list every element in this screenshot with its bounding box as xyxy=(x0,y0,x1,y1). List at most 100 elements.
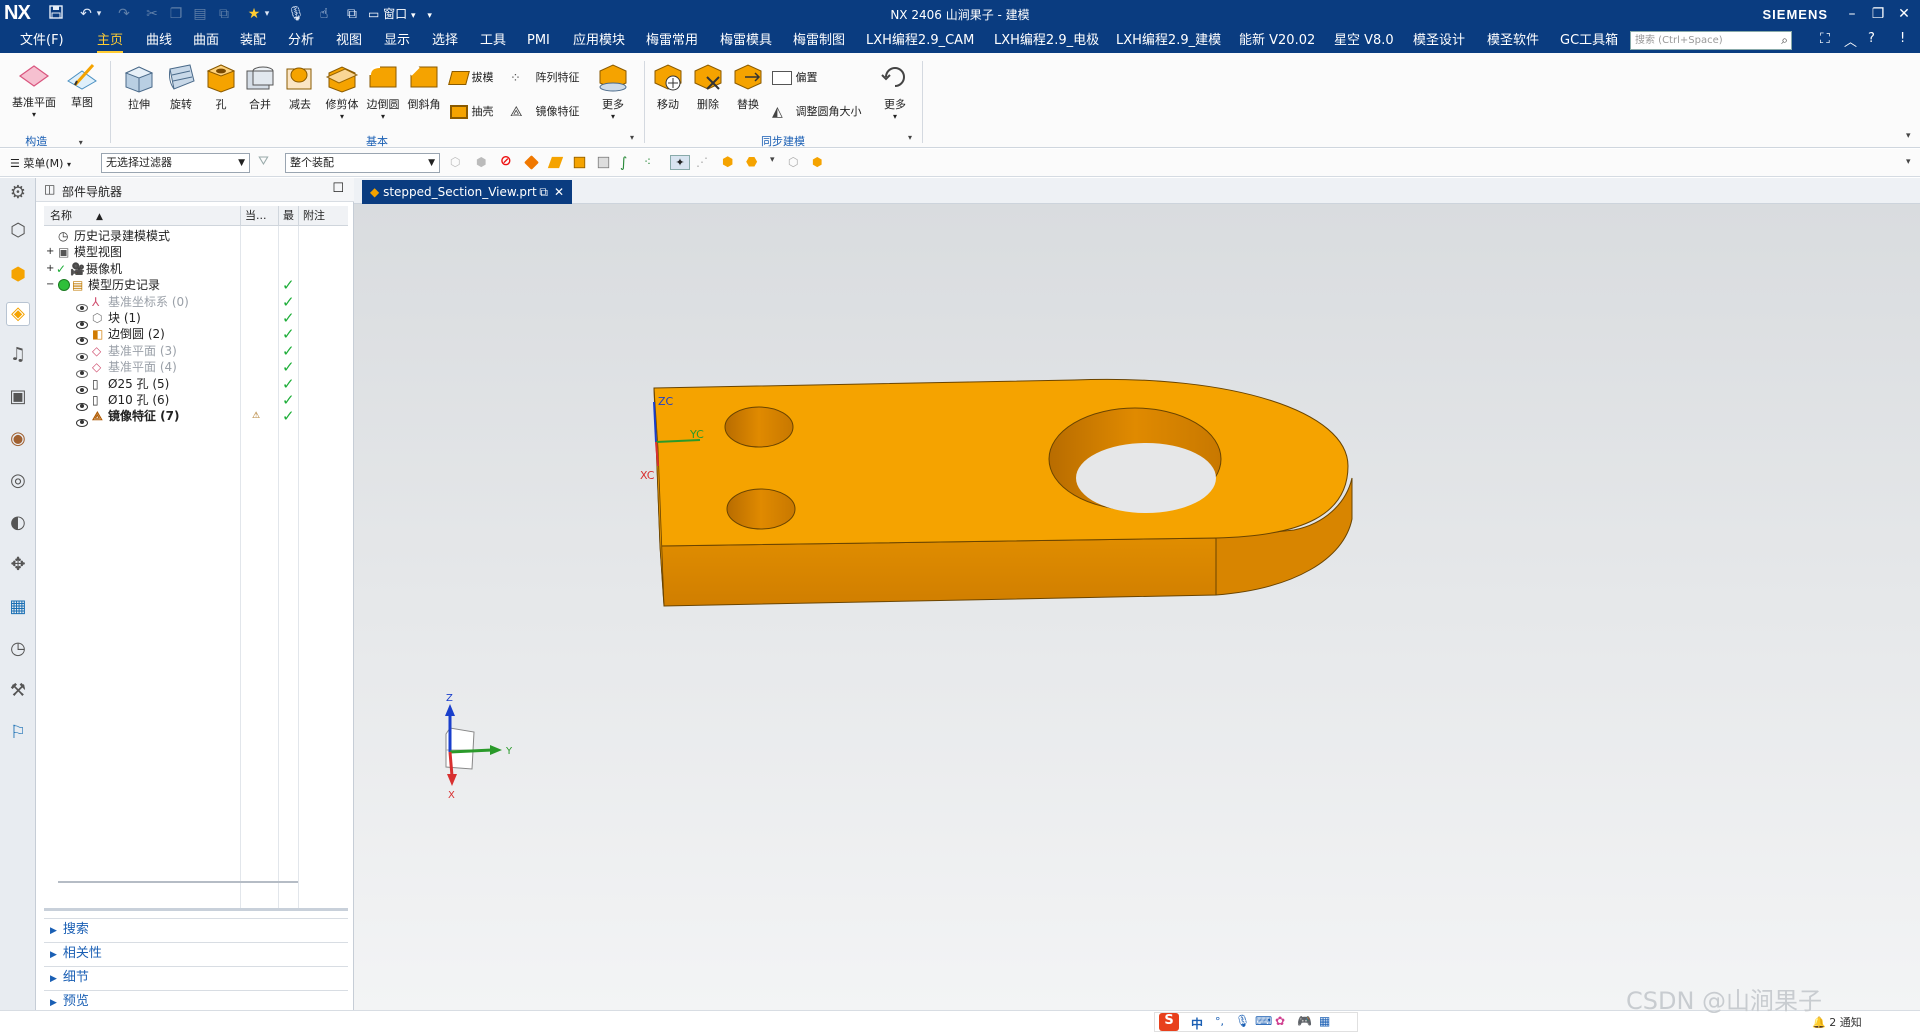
reset-filter-icon[interactable]: ⛛ xyxy=(258,154,269,169)
tab-tools[interactable]: 工具 xyxy=(480,28,506,53)
pattern-feature-button[interactable]: ⁘ 阵列特征 xyxy=(510,69,580,86)
tab-applications[interactable]: 应用模块 xyxy=(573,28,625,53)
deselect-all-icon[interactable]: ⊘ xyxy=(500,153,515,169)
tab-xingkong[interactable]: 星空 V8.0 xyxy=(1334,28,1394,53)
horizontal-scrollbar[interactable] xyxy=(58,881,298,883)
command-search-input[interactable]: 搜索 (Ctrl+Space) ⌕ xyxy=(1630,31,1792,50)
tab-gc-toolbox[interactable]: GC工具箱 xyxy=(1560,28,1618,53)
tab-lxh-modeling[interactable]: LXH编程2.9_建模 xyxy=(1116,28,1221,53)
tab-assembly[interactable]: 装配 xyxy=(240,28,266,53)
tab-display[interactable]: 显示 xyxy=(384,28,410,53)
part-navigator-icon[interactable]: ◈ xyxy=(6,302,30,326)
tree-node[interactable]: ⟁ 镜像特征 (7) ⚠ ✓ xyxy=(44,406,348,427)
reuse-library-icon[interactable]: ▣ xyxy=(6,386,30,410)
tab-meilei-mold[interactable]: 梅雷模具 xyxy=(720,28,772,53)
graphics-window[interactable]: ZC YC XC Z Y X xyxy=(354,204,1920,1010)
section-dependencies[interactable]: ▶ 相关性 xyxy=(44,942,348,964)
subtract-button[interactable]: 减去 xyxy=(280,61,320,112)
ime-game-icon[interactable]: 🎮 xyxy=(1297,1014,1312,1028)
ime-punctuation-icon[interactable]: °, xyxy=(1215,1015,1224,1028)
fullscreen-icon[interactable]: ⛶ xyxy=(1820,31,1830,47)
select-component-icon[interactable]: ⬣ xyxy=(746,155,761,170)
sketch-button[interactable]: 草图 xyxy=(62,61,102,110)
tab-nengxin[interactable]: 能新 V20.02 xyxy=(1239,28,1315,53)
ime-language-indicator[interactable]: 中 xyxy=(1191,1015,1203,1032)
offset-region-button[interactable]: 偏置 xyxy=(772,69,818,85)
snap-point-toggle[interactable]: ✦ xyxy=(670,155,690,170)
roles-icon[interactable]: ▦ xyxy=(6,596,30,620)
component-dropdown-icon[interactable]: ▾ xyxy=(770,155,785,170)
basic-group-expand-icon[interactable]: ▾ xyxy=(630,133,634,142)
hd3d-tools-icon[interactable]: ◉ xyxy=(6,428,30,452)
column-header-latest[interactable]: 最 xyxy=(278,206,298,226)
section-preview[interactable]: ▶ 预览 xyxy=(44,990,348,1012)
ime-skin-icon[interactable]: ✿ xyxy=(1275,1014,1285,1028)
ime-toolbox-icon[interactable]: ▦ xyxy=(1319,1014,1330,1028)
float-tab-icon[interactable]: ⧉ xyxy=(539,180,548,204)
column-header-name[interactable]: 名称 ▲ xyxy=(44,206,240,226)
trim-body-button[interactable]: 修剪体 ▾ xyxy=(320,61,364,121)
note-icon[interactable]: ⚠ xyxy=(252,406,260,426)
column-header-current[interactable]: 当... xyxy=(240,206,278,226)
tab-view[interactable]: 视图 xyxy=(336,28,362,53)
view-triad[interactable]: Z Y X xyxy=(445,693,513,801)
extrude-button[interactable]: 拉伸 xyxy=(118,61,160,112)
select-body-icon[interactable] xyxy=(524,155,539,170)
tab-surface[interactable]: 曲面 xyxy=(193,28,219,53)
select-all-icon[interactable]: ⬡ xyxy=(788,155,803,170)
resize-blend-button[interactable]: ◭ 调整圆角大小 xyxy=(772,103,862,120)
notification-alert-icon[interactable]: ! xyxy=(1900,31,1905,46)
delete-face-button[interactable]: 删除 xyxy=(688,61,728,112)
process-studio-icon[interactable]: ✥ xyxy=(6,554,30,578)
sync-more-button[interactable]: 更多 ▾ xyxy=(874,61,916,121)
ime-voice-icon[interactable]: 🎙 xyxy=(1235,1014,1250,1028)
tab-lxh-electrode[interactable]: LXH编程2.9_电极 xyxy=(994,28,1099,53)
select-feature-icon[interactable]: ⬢ xyxy=(476,155,491,170)
system-scene-icon[interactable]: ◷ xyxy=(6,638,30,662)
help-icon[interactable]: ? xyxy=(1868,31,1875,46)
show-hide-icon[interactable]: ⬢ xyxy=(812,155,827,170)
ribbon-options-icon[interactable]: ▾ xyxy=(1906,131,1911,141)
select-assembly-icon[interactable]: ⬢ xyxy=(722,155,737,170)
model-view[interactable]: ZC YC XC Z Y X xyxy=(354,204,1920,1010)
selection-scope-dropdown[interactable]: 整个装配 ▼ xyxy=(285,153,440,173)
tab-meilei-drafting[interactable]: 梅雷制图 xyxy=(793,28,845,53)
panel-splitter[interactable] xyxy=(44,908,348,911)
chamfer-button[interactable]: 倒斜角 xyxy=(402,61,446,112)
tab-home[interactable]: 主页 xyxy=(97,28,124,53)
maximize-panel-icon[interactable]: ☐ xyxy=(332,181,344,196)
move-face-button[interactable]: 移动 xyxy=(648,61,688,112)
tab-meilei-common[interactable]: 梅雷常用 xyxy=(646,28,698,53)
visible-eye-icon[interactable] xyxy=(76,418,88,427)
measure-icon[interactable]: ⚐ xyxy=(6,722,30,746)
unite-button[interactable]: 合并 xyxy=(240,61,280,112)
basic-more-button[interactable]: 更多 ▾ xyxy=(592,61,634,121)
sync-group-expand-icon[interactable]: ▾ xyxy=(908,133,912,142)
type-filter-dropdown[interactable]: 无选择过滤器 ▼ xyxy=(101,153,250,173)
revolve-button[interactable]: 旋转 xyxy=(160,61,202,112)
section-details[interactable]: ▶ 细节 xyxy=(44,966,348,988)
datum-plane-button[interactable]: 基准平面 ▾ xyxy=(8,61,60,119)
constraint-navigator-icon[interactable]: ⬢ xyxy=(6,264,30,288)
history-palette-icon[interactable]: ◐ xyxy=(6,512,30,536)
restore-button[interactable]: ❐ xyxy=(1866,3,1890,25)
select-face-icon[interactable] xyxy=(547,156,564,169)
minimize-button[interactable]: – xyxy=(1840,3,1864,25)
menu-file[interactable]: 文件(F) xyxy=(20,28,64,53)
web-browser-icon[interactable]: ◎ xyxy=(6,470,30,494)
general-select-icon[interactable]: ⬡ xyxy=(450,155,465,170)
construct-group-expand-icon[interactable]: ▾ xyxy=(79,138,83,147)
settings-gear-icon[interactable]: ⚙ xyxy=(6,182,30,206)
assembly-navigator-icon[interactable]: ⬡ xyxy=(6,220,30,244)
tab-select[interactable]: 选择 xyxy=(432,28,458,53)
small-hole-bottom[interactable] xyxy=(726,488,796,530)
select-sheet-icon[interactable] xyxy=(597,156,610,169)
shell-button[interactable]: 抽壳 xyxy=(450,103,494,119)
close-tab-icon[interactable]: ✕ xyxy=(554,180,564,204)
close-button[interactable]: ✕ xyxy=(1892,3,1916,25)
notifications-button[interactable]: 🔔 2 通知 xyxy=(1812,1014,1862,1030)
ime-keyboard-icon[interactable]: ⌨ xyxy=(1255,1014,1272,1028)
main-menu-button[interactable]: ☰ 菜单(M) ▾ xyxy=(10,155,71,171)
tab-mosheng-software[interactable]: 模圣软件 xyxy=(1487,28,1539,53)
tab-curve[interactable]: 曲线 xyxy=(146,28,172,53)
